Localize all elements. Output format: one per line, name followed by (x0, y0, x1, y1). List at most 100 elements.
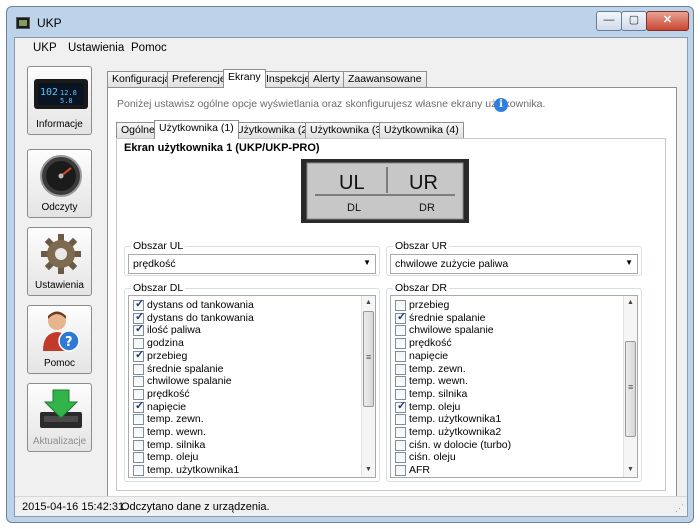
obszar-ur-label: Obszar UR (393, 240, 449, 252)
checkbox[interactable] (133, 338, 144, 350)
hint-text: Poniżej ustawisz ogólne opcje wyświetlan… (117, 98, 546, 110)
obszar-dl-label: Obszar DL (131, 282, 186, 294)
checkbox[interactable] (133, 427, 144, 438)
checkbox[interactable] (395, 427, 406, 438)
main-tab-strip: Konfiguracja Preferencje Ekrany Inspekcj… (107, 69, 677, 88)
scroll-thumb[interactable] (625, 341, 636, 437)
checkbox[interactable] (395, 414, 406, 426)
info-icon[interactable]: i (494, 98, 508, 112)
list-item-label: ilość paliwa (147, 324, 201, 337)
tab-konfiguracja[interactable]: Konfiguracja (107, 71, 176, 87)
sidebar-item-aktualizacje[interactable]: Aktualizacje (27, 383, 92, 452)
checkbox[interactable] (133, 311, 144, 324)
checkbox[interactable] (133, 465, 144, 477)
checkbox[interactable] (133, 376, 144, 388)
sidebar-item-pomoc[interactable]: ? Pomoc (27, 305, 92, 374)
tab-zaawansowane[interactable]: Zaawansowane (343, 71, 427, 87)
checkbox[interactable] (133, 363, 144, 375)
list-item-label: temp. silnika (409, 387, 468, 400)
close-button[interactable]: ✕ (646, 11, 689, 31)
list-item-label: napięcie (409, 349, 449, 362)
list-item-label: temp. zewn. (147, 413, 204, 426)
list-item-label: temp. wewn. (147, 426, 206, 438)
scroll-up-icon[interactable]: ▲ (362, 296, 375, 310)
obszar-ul-select[interactable]: prędkość ▼ (128, 254, 376, 274)
checkbox[interactable] (395, 465, 406, 477)
list-item-label: temp. oleju (409, 400, 461, 413)
checkbox[interactable] (133, 388, 144, 400)
tab-uzytkownika-2[interactable]: Użytkownika (2) (231, 122, 316, 138)
obszar-dl-list[interactable]: temp. użytkownika1 temp. oleju temp. silni… (128, 295, 376, 478)
display-line2: 12.8 (60, 89, 77, 97)
checkbox[interactable] (395, 400, 406, 413)
scroll-down-icon[interactable]: ▼ (624, 463, 637, 477)
list-item-label: AFR (409, 464, 430, 477)
svg-text:?: ? (65, 335, 73, 350)
sidebar-item-ustawienia[interactable]: Ustawienia (27, 227, 92, 296)
display-line1: 102 (40, 87, 58, 98)
scroll-up-icon[interactable]: ▲ (624, 296, 637, 310)
checkbox[interactable] (133, 298, 144, 311)
help-person-icon: ? (43, 311, 80, 352)
checkbox[interactable] (133, 400, 144, 413)
tab-alerty[interactable]: Alerty (308, 71, 345, 87)
checkbox[interactable] (395, 300, 406, 311)
tab-uzytkownika-4[interactable]: Użytkownika (4) (379, 122, 464, 138)
list-item-label: ciśn. w dolocie (turbo) (409, 438, 512, 451)
sidebar-label-informacje: Informacje (36, 119, 83, 130)
checkbox[interactable] (133, 452, 144, 464)
obszar-dr-scrollbar[interactable]: ▲ ▼ (623, 296, 637, 477)
obszar-dr-list[interactable]: AFR ciśn. oleju ciśn. w dolocie (turbo) tem… (390, 295, 638, 478)
sidebar-item-odczyty[interactable]: Odczyty (27, 149, 92, 218)
list-item-label: przebieg (147, 349, 188, 362)
list-item-label: temp. oleju (147, 451, 199, 464)
menu-ustawienia[interactable]: Ustawienia (68, 42, 124, 54)
obszar-ul-value: prędkość (133, 258, 176, 270)
list-item-label: prędkość (409, 337, 452, 350)
scroll-down-icon[interactable]: ▼ (362, 463, 375, 477)
minimize-button[interactable]: — (596, 11, 622, 31)
status-timestamp: 2015-04-16 15:42:31 (22, 501, 125, 513)
checkbox[interactable] (395, 311, 406, 324)
checkbox[interactable] (133, 414, 144, 426)
checkbox[interactable] (133, 323, 144, 337)
sub-tab-strip: Ogólne Użytkownika (1) Użytkownika (2) U… (116, 120, 666, 139)
checkbox[interactable] (395, 338, 406, 350)
app-window: UKP — ▢ ✕ UKP Ustawienia Pomoc 102 12.8 … (6, 6, 694, 523)
resize-grip-icon[interactable]: ⋰ (675, 503, 684, 514)
tab-ekrany[interactable]: Ekrany (223, 69, 266, 88)
sidebar-label-pomoc: Pomoc (43, 358, 76, 369)
list-item-label: chwilowe spalanie (147, 375, 232, 388)
tab-preferencje[interactable]: Preferencje (167, 71, 231, 87)
checkbox[interactable] (395, 325, 406, 337)
checkbox[interactable] (395, 350, 406, 362)
checkbox[interactable] (133, 349, 144, 362)
scroll-thumb[interactable] (363, 311, 374, 407)
menu-ukp[interactable]: UKP (33, 42, 57, 54)
tab-uzytkownika-1[interactable]: Użytkownika (1) (154, 120, 239, 139)
user-screen-panel: Ekran użytkownika 1 (UKP/UKP-PRO) UL UR … (116, 138, 666, 491)
preview-ur: UR (409, 172, 438, 194)
list-item-label: napięcie (147, 400, 187, 413)
chevron-down-icon: ▼ (363, 258, 371, 267)
checkbox[interactable] (395, 376, 406, 388)
title-bar[interactable]: UKP — ▢ ✕ (7, 7, 693, 37)
window-title: UKP (37, 16, 62, 30)
checkbox[interactable] (395, 363, 406, 375)
checkbox[interactable] (395, 439, 406, 451)
list-item-label: dystans od tankowania (147, 299, 254, 311)
sidebar-item-informacje[interactable]: 102 12.8 5.8 Informacje (27, 66, 92, 135)
list-item-label: temp. użytkownika2 (409, 426, 502, 438)
status-bar: 2015-04-16 15:42:31 Odczytano dane z urz… (15, 496, 687, 516)
maximize-button[interactable]: ▢ (621, 11, 647, 31)
checkbox[interactable] (395, 388, 406, 400)
obszar-dl-scrollbar[interactable]: ▲ ▼ (361, 296, 375, 477)
obszar-ur-select[interactable]: chwilowe zużycie paliwa ▼ (390, 254, 638, 274)
list-item-label: godzina (147, 337, 184, 350)
tab-uzytkownika-3[interactable]: Użytkownika (3) (305, 122, 390, 138)
list-item-label: prędkość (147, 387, 190, 400)
list-item-label: dystans do tankowania (147, 311, 254, 324)
menu-pomoc[interactable]: Pomoc (131, 42, 167, 54)
checkbox[interactable] (133, 439, 144, 451)
checkbox[interactable] (395, 452, 406, 464)
